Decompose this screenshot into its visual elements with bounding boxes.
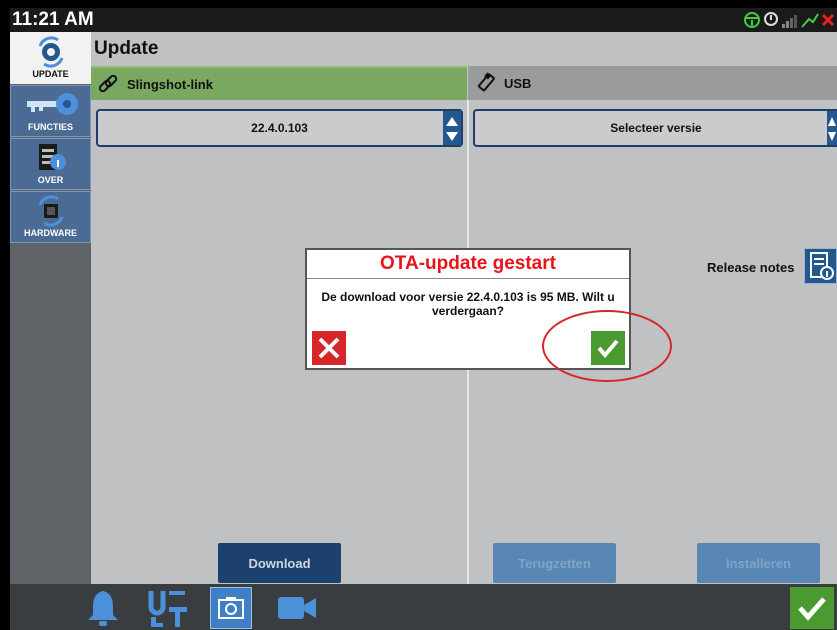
highlight-annotation [542,310,672,382]
video-icon [278,597,316,619]
sidebar-item-over[interactable]: OVER [10,138,91,190]
bottom-bar [10,584,837,630]
ut-icon [148,591,187,627]
sidebar-item-functies[interactable]: FUNCTIES [10,85,91,137]
column-header-label: USB [504,75,532,91]
sidebar-item-label: UPDATE [32,69,69,79]
status-icons [743,10,835,30]
sidebar-item-update[interactable]: UPDATE [10,32,91,84]
updown-arrows-icon [446,117,458,141]
usb-icon [477,72,495,92]
restore-button[interactable]: Terugzetten [493,543,616,583]
version-select-usb[interactable]: Selecteer versie [473,109,837,147]
release-notes-icon [810,252,834,280]
version-spinner[interactable] [443,111,461,145]
sidebar-item-label: FUNCTIES [28,122,73,132]
sidebar: UPDATE FUNCTIES OVER HARDWARE [10,32,91,584]
version-spinner[interactable] [827,111,837,145]
dialog-title: OTA-update gestart [380,253,556,274]
dialog-divider [307,278,629,279]
camera-icon [218,597,244,619]
steering-wheel-icon [744,12,760,28]
sidebar-item-label: HARDWARE [24,228,77,238]
sidebar-item-hardware[interactable]: HARDWARE [10,191,91,243]
signal-strength-icon [782,15,797,28]
ok-button[interactable] [790,587,834,629]
checkmark-icon [798,597,826,621]
close-icon [318,337,340,359]
chip-icon [38,195,63,227]
column-header-slingshot: Slingshot-link [91,66,467,100]
alarms-button[interactable] [82,587,124,629]
page-title: Update [94,38,159,59]
document-icon [38,144,66,170]
camera-view-button[interactable] [276,587,318,629]
select-placeholder: Selecteer versie [610,121,702,135]
column-header-label: Slingshot-link [127,76,213,92]
release-notes-button[interactable] [804,248,837,284]
bell-icon [88,591,118,626]
update-gear-icon [38,36,63,68]
screenshot-button[interactable] [210,587,252,629]
install-button[interactable]: Installeren [697,543,820,583]
sidebar-item-label: OVER [37,175,64,185]
column-header-usb: USB [468,66,837,100]
download-button[interactable]: Download [218,543,341,583]
updown-arrows-icon [828,117,836,141]
status-bar: 11:21 AM [10,8,837,32]
cancel-button[interactable] [312,331,346,365]
link-icon [98,74,118,93]
close-icon [821,13,835,27]
warning-icon [801,13,819,28]
universal-terminal-button[interactable] [147,587,189,629]
clock: 11:21 AM [12,9,94,30]
key-icon [26,93,78,115]
selected-version: 22.4.0.103 [251,121,308,135]
version-select-slingshot[interactable]: 22.4.0.103 [96,109,463,147]
release-notes-label: Release notes [707,260,795,275]
gps-status-icon [764,12,778,26]
